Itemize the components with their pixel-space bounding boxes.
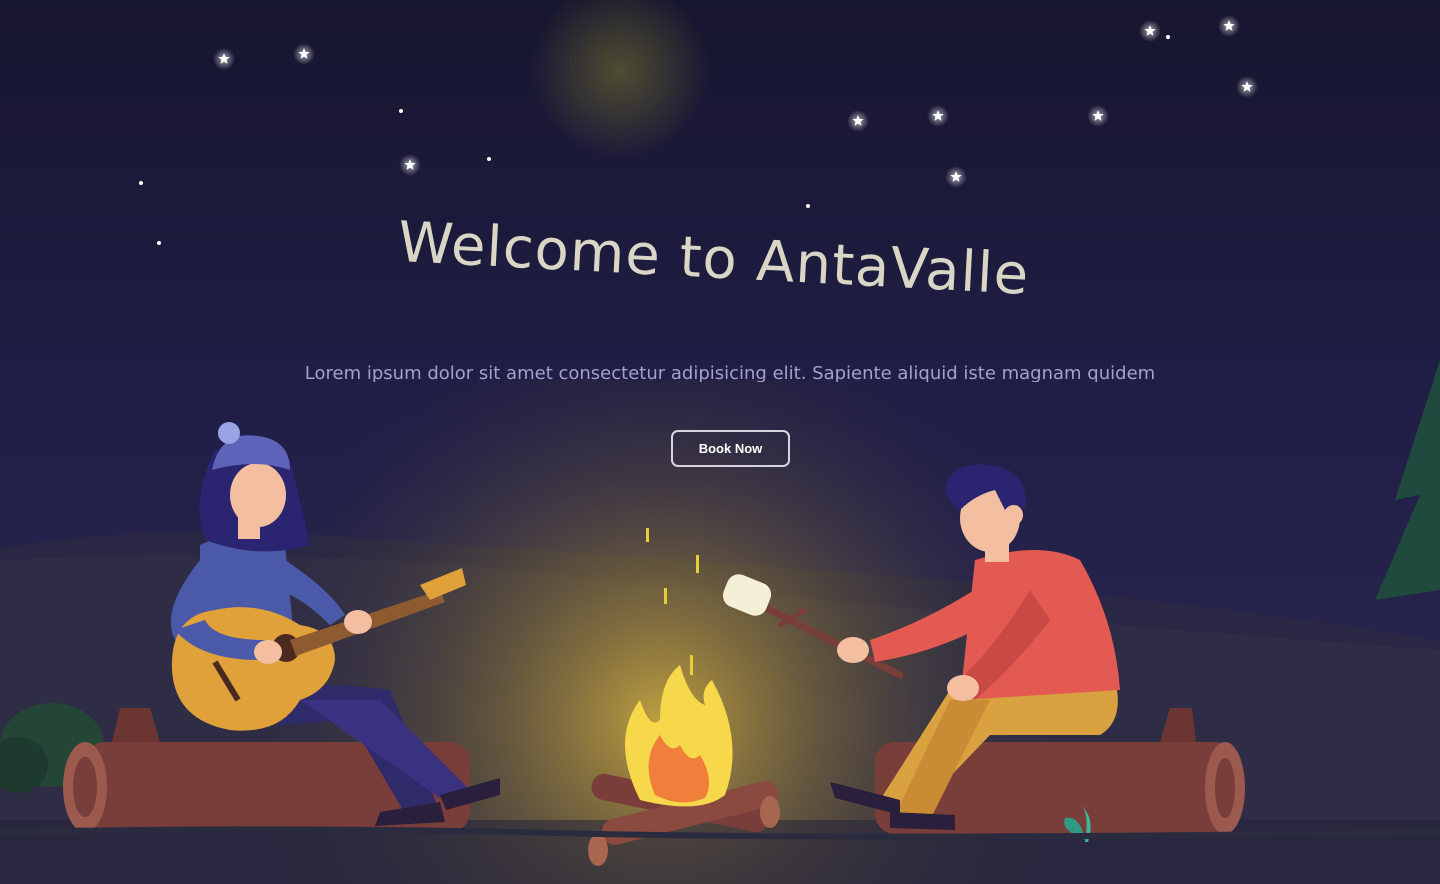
book-now-button[interactable]: Book Now <box>671 430 790 467</box>
star-dot <box>157 241 161 245</box>
hero-subtitle: Lorem ipsum dolor sit amet consectetur a… <box>304 363 1156 382</box>
star-dot <box>139 181 143 185</box>
star-dot <box>399 109 403 113</box>
star-dot <box>1166 35 1170 39</box>
star-dot <box>487 157 491 161</box>
star-dot <box>806 204 810 208</box>
